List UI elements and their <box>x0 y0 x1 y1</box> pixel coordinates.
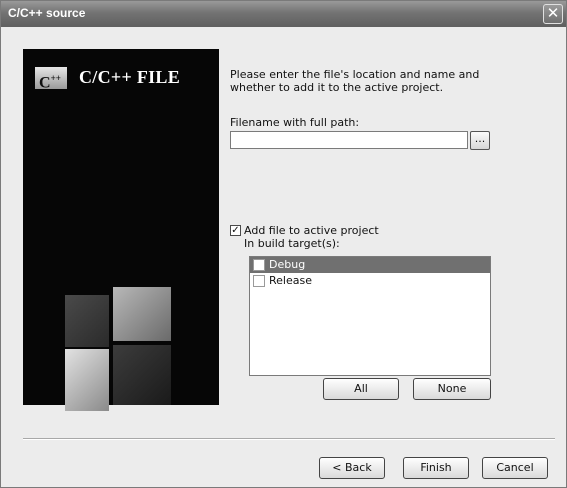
list-item[interactable]: Debug <box>250 257 490 273</box>
filename-input[interactable] <box>230 131 468 149</box>
build-targets-label: In build target(s): <box>244 237 340 250</box>
close-button[interactable]: ✕ <box>543 4 563 24</box>
cube-tile-icon <box>113 287 171 341</box>
browse-button[interactable]: ... <box>470 131 490 150</box>
target-checkbox[interactable] <box>253 275 265 287</box>
cube-tile-icon <box>65 295 109 347</box>
divider <box>23 438 555 440</box>
back-button[interactable]: < Back <box>319 457 385 479</box>
window-title: C/C++ source <box>8 6 86 20</box>
cpp-logo-icon: C++ <box>35 67 67 91</box>
cancel-button[interactable]: Cancel <box>482 457 548 479</box>
target-label: Release <box>269 274 312 287</box>
add-to-project-label[interactable]: Add file to active project <box>244 224 379 237</box>
wizard-banner: C++ C/C++ FILE <box>23 49 219 411</box>
finish-button[interactable]: Finish <box>403 457 469 479</box>
target-checkbox[interactable] <box>253 259 265 271</box>
dialog-window: C/C++ source ✕ C++ C/C++ FILE Please ent… <box>0 0 567 488</box>
banner-title: C/C++ FILE <box>79 67 181 87</box>
list-item[interactable]: Release <box>250 273 490 289</box>
build-targets-list[interactable]: Debug Release <box>249 256 491 376</box>
target-label: Debug <box>269 258 306 271</box>
filename-label: Filename with full path: <box>230 116 360 129</box>
add-to-project-checkbox[interactable]: ✓ <box>230 225 241 236</box>
cube-tile-icon <box>65 349 109 411</box>
intro-text: Please enter the file's location and nam… <box>230 68 480 94</box>
select-all-button[interactable]: All <box>323 378 399 400</box>
select-none-button[interactable]: None <box>413 378 491 400</box>
close-icon: ✕ <box>546 4 560 22</box>
title-bar[interactable]: C/C++ source ✕ <box>1 1 566 27</box>
cube-tile-icon <box>113 345 171 405</box>
